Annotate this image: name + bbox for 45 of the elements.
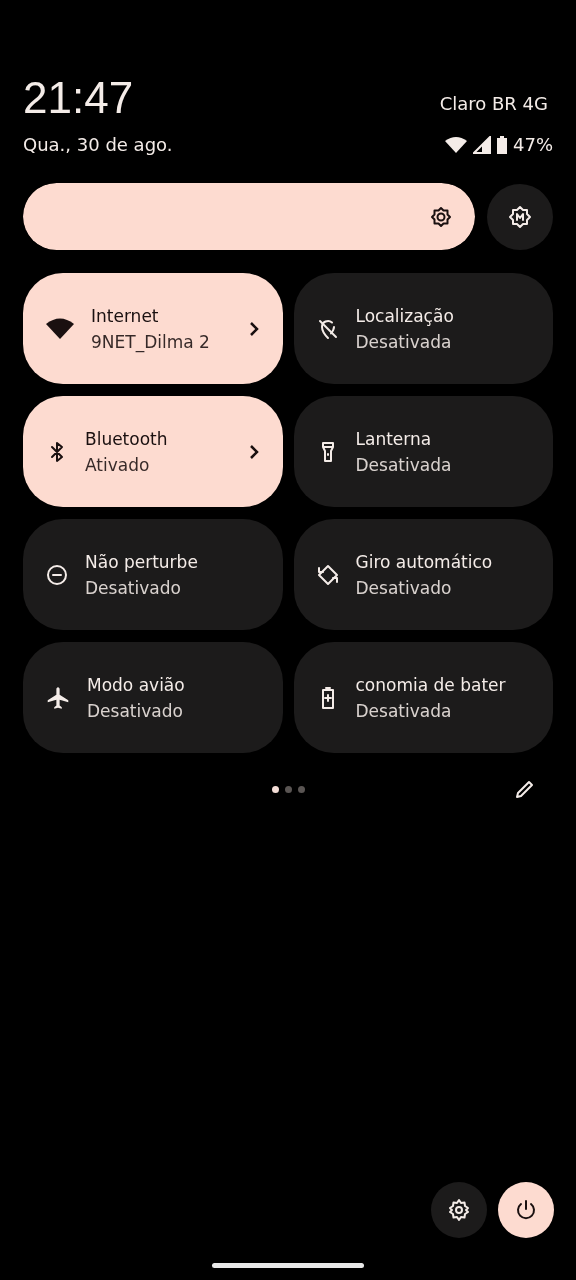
page-dot[interactable] bbox=[271, 785, 279, 793]
do-not-disturb-icon bbox=[45, 562, 69, 587]
quick-settings-tile[interactable]: conomia de bater Desativada bbox=[293, 642, 553, 753]
wifi-icon bbox=[445, 135, 467, 154]
quick-settings-tile[interactable]: Internet 9NET_Dilma 2 bbox=[23, 273, 283, 384]
tile-status: Desativada bbox=[355, 700, 453, 721]
quick-settings-tile[interactable]: Localização Desativada bbox=[293, 273, 553, 384]
date-text: Qua., 30 de ago. bbox=[23, 134, 173, 155]
sun-icon bbox=[429, 204, 453, 229]
auto-brightness-icon bbox=[508, 204, 532, 229]
tile-title: Internet bbox=[91, 305, 160, 326]
tile-status: Ativado bbox=[85, 454, 151, 475]
wifi-icon bbox=[45, 316, 75, 341]
airplane-icon bbox=[45, 684, 71, 711]
tile-status: Desativado bbox=[85, 577, 182, 598]
tile-title: Localização bbox=[355, 305, 455, 326]
navigation-handle[interactable] bbox=[212, 1263, 364, 1268]
power-icon bbox=[514, 1198, 538, 1222]
tile-title: Giro automático bbox=[355, 551, 494, 572]
page-dot[interactable] bbox=[284, 785, 292, 793]
page-dot[interactable] bbox=[297, 785, 305, 793]
tile-title: Bluetooth bbox=[85, 428, 169, 449]
settings-icon bbox=[447, 1198, 471, 1222]
clock-time: 21:47 bbox=[23, 72, 134, 124]
power-button[interactable] bbox=[498, 1182, 554, 1238]
tile-title: conomia de bater bbox=[355, 674, 507, 695]
quick-settings-tile[interactable]: Modo avião Desativado bbox=[23, 642, 283, 753]
settings-button[interactable] bbox=[431, 1182, 487, 1238]
quick-settings-tile[interactable]: Bluetooth Ativado bbox=[23, 396, 283, 507]
quick-settings-tile[interactable]: Não perturbe Desativado bbox=[23, 519, 283, 630]
carrier-name: Claro BR 4G bbox=[439, 93, 548, 114]
tile-status: 9NET_Dilma 2 bbox=[91, 331, 211, 352]
battery-percent: 47% bbox=[513, 134, 553, 155]
rotate-icon bbox=[315, 562, 340, 587]
battery-icon bbox=[497, 135, 507, 154]
tile-title: Modo avião bbox=[87, 674, 186, 695]
tile-status: Desativado bbox=[87, 700, 184, 721]
quick-settings-tile[interactable]: Lanterna Desativada bbox=[293, 396, 553, 507]
tile-status: Desativada bbox=[355, 454, 453, 475]
tile-title: Lanterna bbox=[355, 428, 433, 449]
tile-status: Desativado bbox=[355, 577, 453, 598]
quick-settings-tile[interactable]: Giro automático Desativado bbox=[293, 519, 553, 630]
tile-title: Não perturbe bbox=[85, 551, 199, 572]
tile-status: Desativada bbox=[355, 331, 453, 352]
signal-icon bbox=[473, 135, 491, 154]
